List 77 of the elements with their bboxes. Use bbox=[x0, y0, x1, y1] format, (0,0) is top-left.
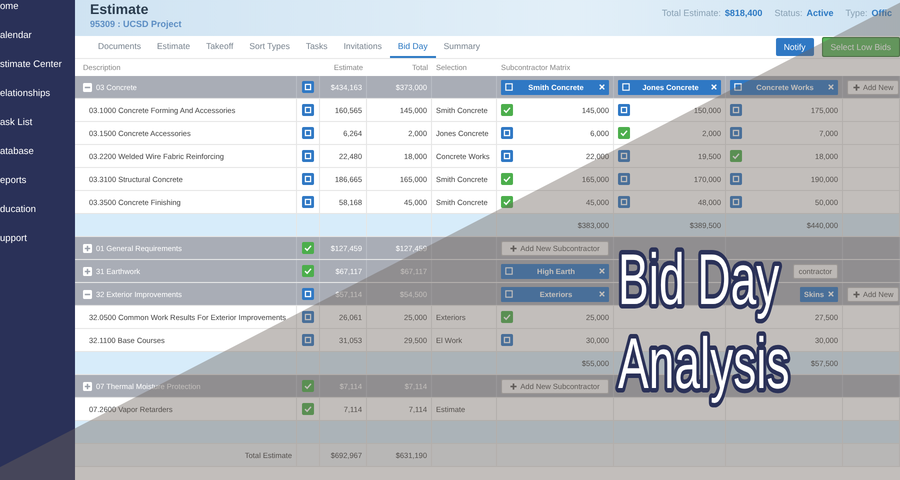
checkbox[interactable] bbox=[302, 173, 314, 185]
overlay-title: Analysis bbox=[613, 322, 795, 406]
plus-icon bbox=[853, 290, 860, 298]
tab[interactable]: Documents bbox=[90, 36, 149, 58]
checkbox[interactable] bbox=[730, 173, 742, 185]
sidebar-item[interactable]: upport bbox=[0, 233, 27, 262]
checkbox[interactable] bbox=[618, 150, 630, 162]
tab[interactable]: Estimate bbox=[149, 36, 198, 58]
info-label: Status: bbox=[774, 8, 802, 18]
tab[interactable]: Sort Types bbox=[241, 36, 298, 58]
checkbox[interactable] bbox=[302, 196, 314, 208]
close-icon[interactable] bbox=[711, 84, 717, 90]
checkbox[interactable] bbox=[618, 173, 630, 185]
checkbox[interactable] bbox=[730, 104, 742, 116]
plus-icon bbox=[510, 382, 518, 390]
checkbox[interactable] bbox=[734, 83, 742, 91]
plus-icon bbox=[853, 84, 860, 90]
checkbox[interactable] bbox=[302, 242, 314, 254]
checkbox[interactable] bbox=[501, 334, 513, 346]
tab[interactable]: Tasks bbox=[298, 36, 336, 58]
info-label: Type: bbox=[845, 8, 868, 18]
close-icon[interactable] bbox=[828, 291, 834, 297]
checkbox[interactable] bbox=[302, 403, 314, 415]
sidebar-item[interactable]: elationships bbox=[0, 88, 50, 117]
collapse-icon[interactable] bbox=[83, 290, 92, 298]
tab[interactable]: Bid Day bbox=[390, 36, 436, 58]
overlay-title: Bid Day bbox=[613, 238, 795, 322]
sidebar-item[interactable]: stimate Center bbox=[0, 59, 62, 88]
checkbox[interactable] bbox=[730, 127, 742, 139]
checkbox[interactable] bbox=[618, 104, 630, 116]
sidebar-item[interactable]: ome bbox=[0, 1, 18, 30]
checkbox[interactable] bbox=[501, 127, 513, 139]
close-icon[interactable] bbox=[599, 268, 605, 274]
info-value: Active bbox=[806, 8, 834, 18]
checkbox[interactable] bbox=[302, 104, 314, 116]
tab[interactable]: Invitations bbox=[336, 36, 390, 58]
tab[interactable]: Summary bbox=[436, 36, 488, 58]
close-icon[interactable] bbox=[599, 291, 605, 297]
expand-icon[interactable] bbox=[83, 266, 92, 276]
checkbox[interactable] bbox=[501, 150, 513, 162]
checkbox[interactable] bbox=[302, 127, 314, 139]
checkbox[interactable] bbox=[501, 173, 513, 185]
notify-button[interactable]: Notify bbox=[776, 38, 814, 56]
checkbox[interactable] bbox=[302, 380, 314, 392]
checkbox[interactable] bbox=[618, 196, 630, 208]
checkbox[interactable] bbox=[302, 334, 314, 346]
tab[interactable]: Takeoff bbox=[198, 36, 242, 58]
sidebar-item[interactable]: atabase bbox=[0, 146, 34, 175]
sidebar-item[interactable]: ask List bbox=[0, 117, 32, 146]
close-icon[interactable] bbox=[599, 84, 605, 90]
expand-icon[interactable] bbox=[83, 244, 92, 252]
checkbox[interactable] bbox=[302, 311, 314, 323]
expand-icon[interactable] bbox=[83, 382, 92, 390]
checkbox[interactable] bbox=[730, 150, 742, 162]
checkbox[interactable] bbox=[505, 83, 513, 91]
checkbox[interactable] bbox=[302, 150, 314, 162]
checkbox[interactable] bbox=[501, 196, 513, 208]
sidebar-item[interactable]: ducation bbox=[0, 204, 36, 233]
checkbox[interactable] bbox=[501, 104, 513, 116]
checkbox[interactable] bbox=[622, 83, 630, 91]
project-name: 95309 : UCSD Project bbox=[90, 19, 182, 29]
page-title: Estimate bbox=[90, 1, 150, 17]
plus-icon bbox=[510, 244, 518, 252]
info-label: Total Estimate: bbox=[662, 8, 721, 18]
info-value: $818,400 bbox=[724, 8, 762, 18]
sidebar-item[interactable]: alendar bbox=[0, 30, 32, 59]
checkbox[interactable] bbox=[302, 265, 314, 277]
collapse-icon[interactable] bbox=[83, 82, 92, 92]
checkbox[interactable] bbox=[730, 196, 742, 208]
checkbox[interactable] bbox=[501, 311, 513, 323]
checkbox[interactable] bbox=[302, 81, 314, 93]
checkbox[interactable] bbox=[618, 127, 630, 139]
close-icon[interactable] bbox=[828, 84, 834, 90]
checkbox[interactable] bbox=[505, 290, 513, 298]
checkbox[interactable] bbox=[505, 267, 513, 275]
checkbox[interactable] bbox=[302, 288, 314, 300]
sidebar-item[interactable]: eports bbox=[0, 175, 26, 204]
